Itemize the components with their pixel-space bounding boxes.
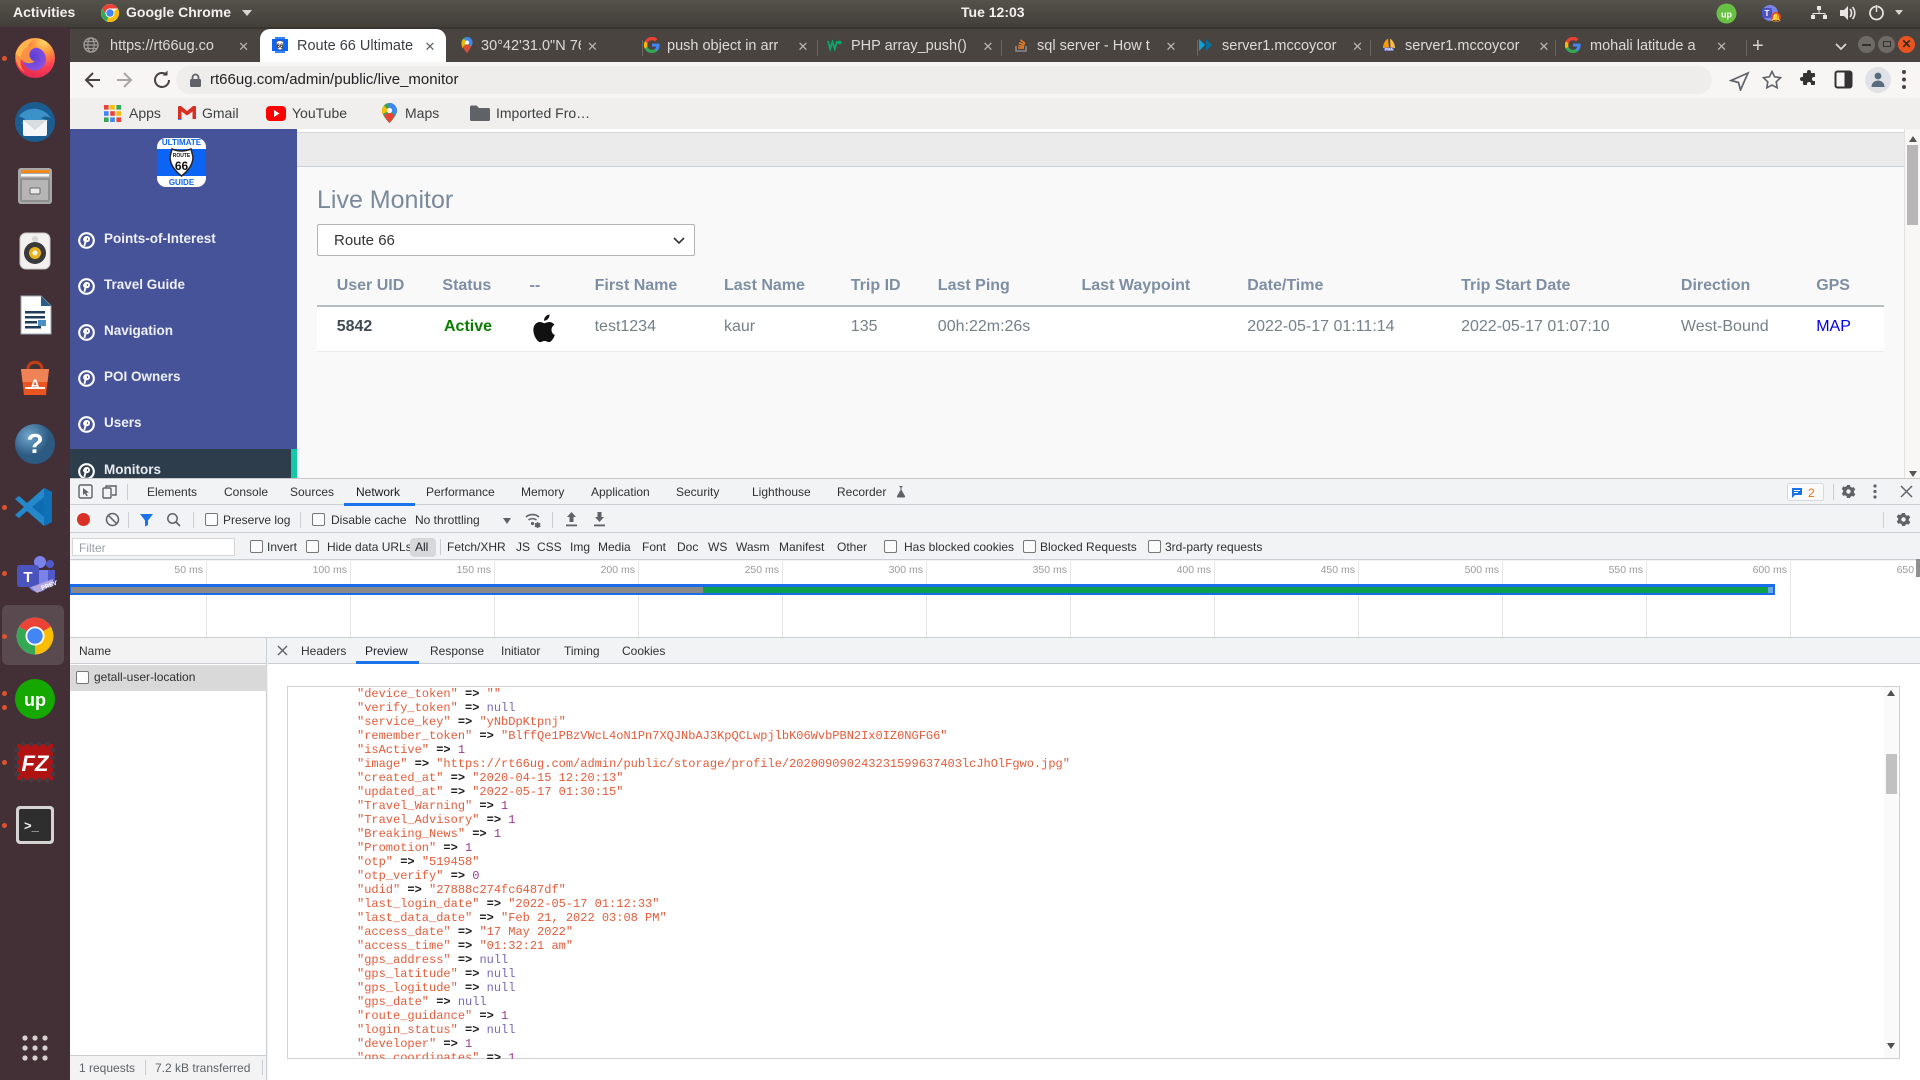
svg-text:?: ? (26, 428, 43, 459)
svg-text:PMA: PMA (1385, 48, 1393, 52)
svg-text:up: up (1721, 10, 1732, 20)
svg-text:T: T (1765, 9, 1770, 18)
svg-text:66: 66 (277, 44, 284, 50)
svg-text:>_: >_ (24, 818, 40, 833)
svg-text:T: T (23, 569, 32, 586)
svg-text:up: up (24, 690, 46, 710)
svg-text:FZ: FZ (22, 751, 50, 776)
svg-text:66: 66 (175, 159, 189, 173)
svg-text:🔔: 🔔 (1771, 13, 1781, 22)
svg-text:A: A (30, 376, 40, 392)
